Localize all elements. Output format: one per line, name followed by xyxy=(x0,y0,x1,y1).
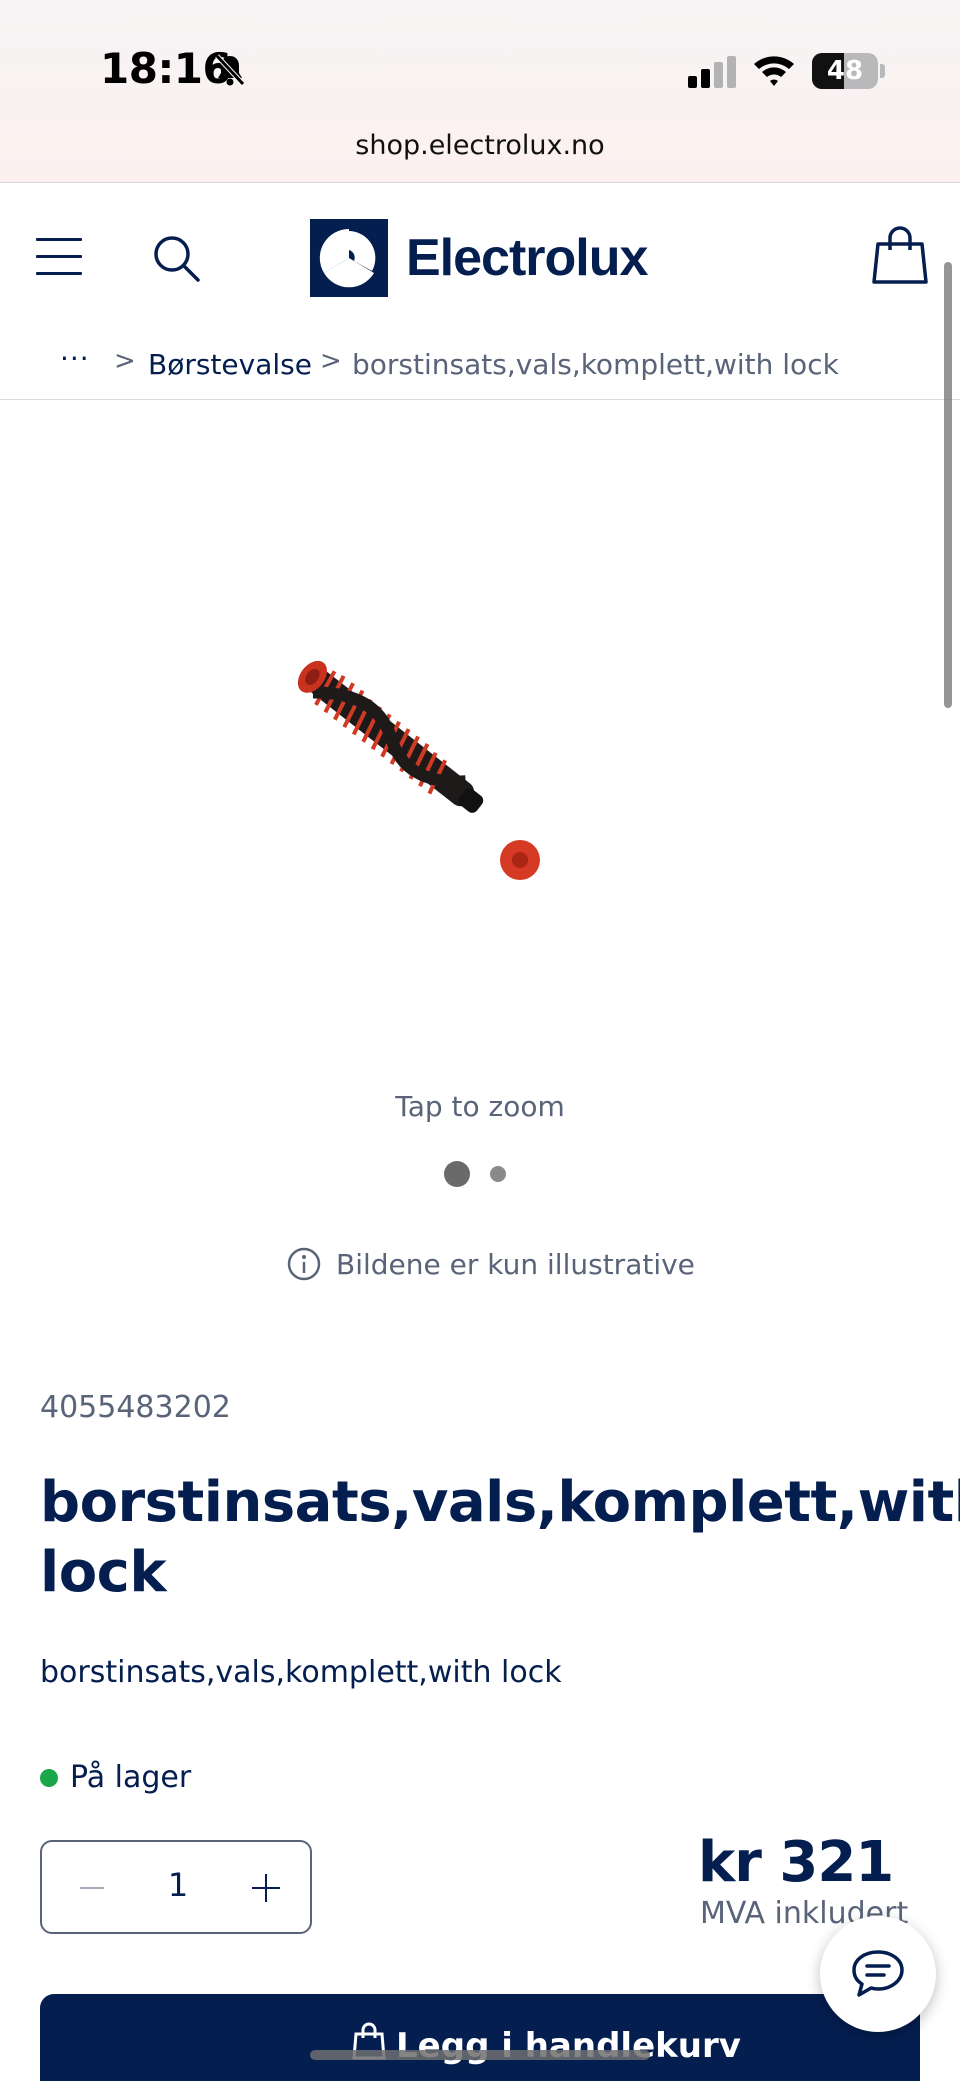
info-icon xyxy=(287,1247,321,1281)
battery-icon: 48 xyxy=(812,53,878,89)
battery-level: 48 xyxy=(826,56,864,86)
product-title: borstinsats,vals,komplett,with lock xyxy=(40,1470,960,1605)
illustrative-note: Bildene er kun illustrative xyxy=(286,1246,695,1282)
chat-icon xyxy=(852,1950,904,1997)
illustrative-text: Bildene er kun illustrative xyxy=(336,1247,695,1281)
stock-status: På lager xyxy=(40,1760,191,1795)
status-bar: 18:16 48 shop.electrolux.no xyxy=(0,0,960,183)
add-to-cart-button[interactable]: Legg i handlekurv xyxy=(40,1994,920,2081)
search-icon[interactable] xyxy=(150,232,202,284)
stock-indicator-dot xyxy=(40,1768,58,1787)
gallery-pagination xyxy=(444,1161,506,1187)
breadcrumb-more[interactable]: ··· xyxy=(60,342,90,375)
url-bar[interactable]: shop.electrolux.no xyxy=(0,130,960,161)
product-sku: 4055483202 xyxy=(40,1390,231,1425)
logo-text: Electrolux xyxy=(406,229,648,287)
breadcrumb-separator: > xyxy=(114,346,136,376)
breadcrumb-current: borstinsats,vals,komplett,with lock xyxy=(352,348,839,381)
menu-icon[interactable] xyxy=(36,238,82,276)
add-to-cart-label: Legg i handlekurv xyxy=(396,2026,741,2066)
product-subtitle: borstinsats,vals,komplett,with lock xyxy=(40,1655,562,1690)
quantity-value[interactable]: 1 xyxy=(142,1866,214,1904)
plus-icon[interactable] xyxy=(242,1864,290,1912)
electrolux-logo[interactable]: Electrolux xyxy=(310,218,650,298)
page: 18:16 48 shop.electrolux.no Electrolux ·… xyxy=(0,0,960,2081)
gallery-dot-active[interactable] xyxy=(444,1161,470,1187)
logo-mark-icon xyxy=(310,219,388,297)
chat-button[interactable] xyxy=(820,1916,936,2032)
stock-status-text: På lager xyxy=(70,1760,192,1795)
home-indicator[interactable] xyxy=(310,2050,650,2060)
minus-icon[interactable] xyxy=(70,1864,114,1912)
product-price: kr 321 xyxy=(698,1830,894,1895)
tap-to-zoom-hint: Tap to zoom xyxy=(395,1090,565,1123)
breadcrumb-separator: > xyxy=(320,346,342,376)
breadcrumb-item-borstevalse[interactable]: Børstevalse xyxy=(148,348,312,381)
gallery-dot[interactable] xyxy=(490,1166,506,1182)
shopping-bag-icon[interactable] xyxy=(872,224,928,286)
scrollbar[interactable] xyxy=(944,262,952,708)
breadcrumb: ··· > Børstevalse > borstinsats,vals,kom… xyxy=(0,330,960,400)
site-header: Electrolux xyxy=(0,184,960,330)
signal-icon xyxy=(688,56,736,88)
wifi-icon xyxy=(754,56,794,86)
product-image[interactable] xyxy=(270,640,560,890)
quantity-stepper: 1 xyxy=(40,1840,312,1934)
bell-slash-icon xyxy=(215,54,245,86)
